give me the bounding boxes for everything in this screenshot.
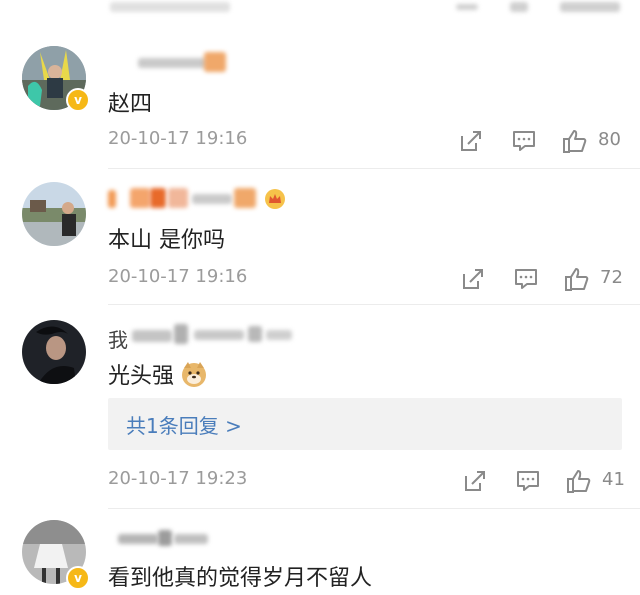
verified-badge-icon: v	[66, 566, 90, 590]
thumbs-up-icon[interactable]	[562, 128, 588, 154]
divider	[108, 304, 640, 305]
avatar[interactable]	[22, 182, 86, 246]
comment-text: 看到他真的觉得岁月不留人	[108, 566, 373, 591]
comment-text: 赵四	[108, 92, 153, 117]
comment-meta: 20-10-17 19:23 41	[108, 468, 628, 496]
thumbs-up-icon[interactable]	[564, 266, 590, 292]
comment-text: 本山 是你吗	[108, 228, 225, 253]
thumbs-up-icon[interactable]	[566, 468, 592, 494]
doge-emoji-icon	[180, 360, 208, 388]
comment-text-content: 光头强	[108, 364, 175, 389]
view-replies-link[interactable]: 共1条回复 >	[126, 410, 242, 439]
comment-text: 光头强	[108, 358, 208, 390]
replies-box[interactable]: 共1条回复 >	[108, 398, 622, 450]
comment-icon[interactable]	[513, 266, 539, 292]
like-count: 41	[602, 469, 625, 490]
previous-comment-cutoff	[0, 0, 640, 18]
comment-time: 20-10-17 19:23	[108, 468, 248, 489]
comment-time: 20-10-17 19:16	[108, 266, 248, 287]
share-icon[interactable]	[458, 128, 484, 154]
divider	[108, 168, 640, 169]
avatar[interactable]	[22, 320, 86, 384]
divider	[108, 508, 640, 509]
comment-icon[interactable]	[511, 128, 537, 154]
share-icon[interactable]	[460, 266, 486, 292]
share-icon[interactable]	[462, 468, 488, 494]
comment-meta: 20-10-17 19:16 80	[108, 128, 628, 156]
like-count: 72	[600, 267, 623, 288]
comment-icon[interactable]	[515, 468, 541, 494]
comment-meta: 20-10-17 19:16 72	[108, 266, 628, 294]
username-prefix: 我	[108, 328, 128, 352]
crown-icon	[264, 188, 286, 210]
comment-time: 20-10-17 19:16	[108, 128, 248, 149]
like-count: 80	[598, 129, 621, 150]
verified-badge-icon: v	[66, 88, 90, 112]
